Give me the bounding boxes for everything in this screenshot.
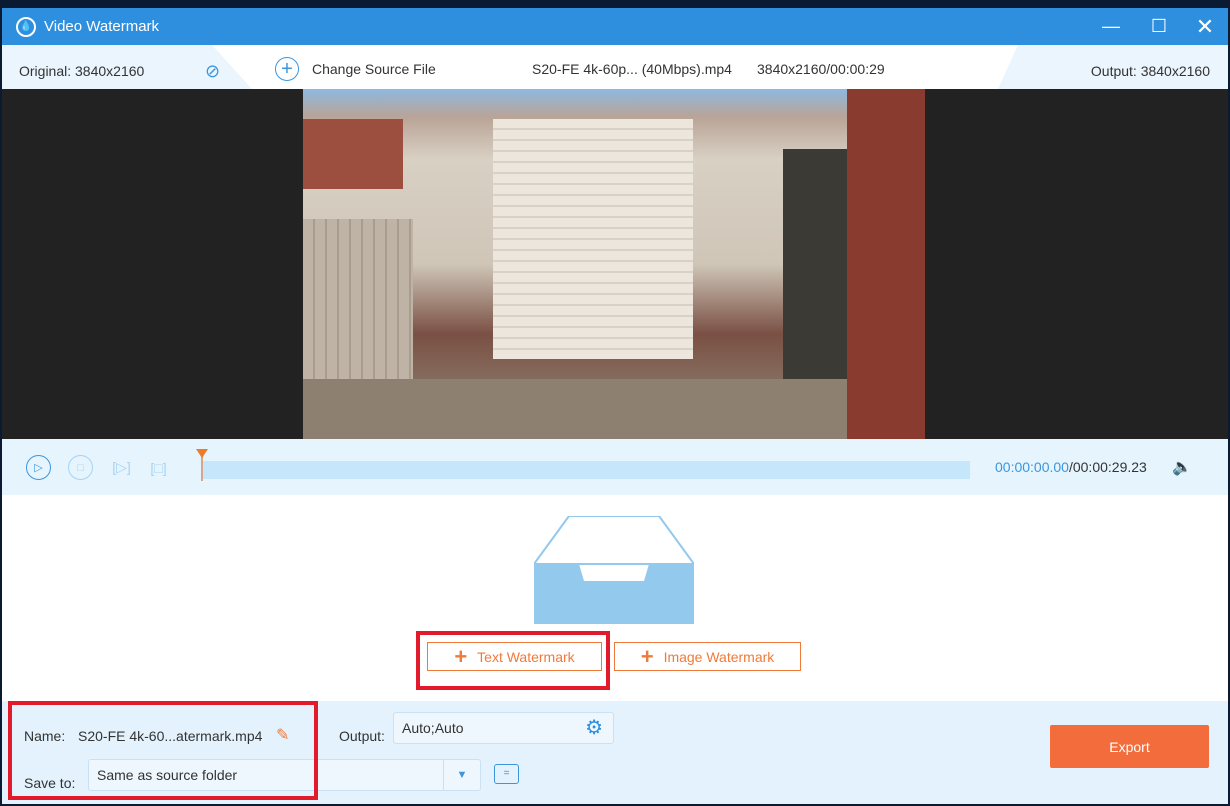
export-button[interactable]: Export — [1050, 725, 1209, 768]
video-watermark-window: 💧 Video Watermark — ☐ ✕ Original: 3840x2… — [2, 8, 1228, 804]
app-logo-icon: 💧 — [16, 16, 36, 37]
highlight-box — [416, 631, 610, 690]
total-time: /00:00:29.23 — [1068, 459, 1147, 475]
video-preview — [2, 89, 1228, 439]
close-button[interactable]: ✕ — [1188, 8, 1222, 45]
empty-tray-icon — [534, 516, 694, 624]
info-bar: Original: 3840x2160 ⊘ + Change Source Fi… — [2, 45, 1228, 89]
playback-controls: ▷ □ [▷] [□] 00:00:00.00/00:00:29.23 🔈 — [2, 439, 1228, 495]
maximize-button[interactable]: ☐ — [1142, 8, 1176, 45]
hide-preview-eye-icon[interactable]: ⊘ — [205, 61, 220, 82]
open-folder-icon[interactable]: = — [494, 764, 519, 784]
timeline-track[interactable] — [202, 461, 970, 479]
video-frame — [303, 89, 925, 439]
source-file-name: S20-FE 4k-60p... (40Mbps).mp4 — [532, 61, 732, 77]
playhead-handle[interactable] — [196, 449, 208, 481]
highlight-box — [8, 701, 318, 800]
play-segment-icon[interactable]: [▷] — [109, 455, 134, 480]
output-label: Output: — [339, 728, 385, 744]
add-circle-icon[interactable]: + — [275, 57, 299, 81]
play-icon[interactable]: ▷ — [26, 455, 51, 480]
gear-icon[interactable]: ⚙ — [585, 713, 603, 743]
source-file-meta: 3840x2160/00:00:29 — [757, 61, 885, 77]
chevron-down-icon[interactable]: ▼ — [443, 760, 480, 790]
change-source-file-button[interactable]: Change Source File — [312, 61, 436, 77]
stop-segment-icon[interactable]: [□] — [146, 455, 171, 480]
title-bar: 💧 Video Watermark — ☐ ✕ — [2, 8, 1228, 45]
output-resolution: Output: 3840x2160 — [998, 45, 1228, 89]
time-display: 00:00:00.00/00:00:29.23 — [995, 459, 1147, 475]
image-watermark-label: Image Watermark — [663, 648, 775, 665]
window-title: Video Watermark — [44, 18, 160, 35]
current-time: 00:00:00.00 — [995, 459, 1069, 475]
volume-icon[interactable]: 🔈 — [1172, 457, 1192, 477]
minimize-button[interactable]: — — [1094, 8, 1128, 45]
output-value: Auto;Auto — [402, 720, 464, 736]
plus-icon: + — [640, 643, 654, 669]
output-settings-field[interactable]: Auto;Auto ⚙ — [393, 712, 614, 744]
add-image-watermark-button[interactable]: + Image Watermark — [614, 642, 801, 671]
stop-icon[interactable]: □ — [68, 455, 93, 480]
